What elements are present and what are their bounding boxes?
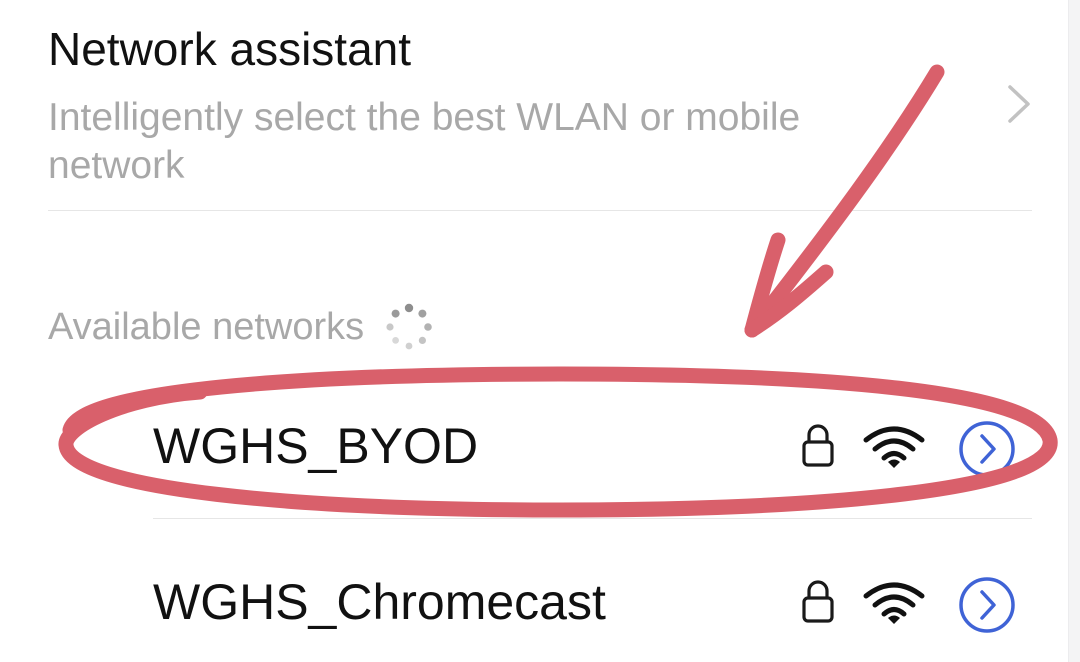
available-networks-header: Available networks [48, 302, 436, 352]
divider [48, 210, 1032, 211]
loading-spinner-icon [386, 303, 432, 350]
network-details-button[interactable] [958, 420, 1016, 478]
available-networks-label: Available networks [48, 306, 365, 348]
chevron-right-icon[interactable] [1000, 84, 1036, 124]
annotation-arrow-head-right [744, 264, 834, 338]
scrollbar-track[interactable] [1068, 0, 1080, 662]
network-details-button[interactable] [958, 576, 1016, 634]
network-item-wghs-byod[interactable]: WGHS_BYOD [0, 400, 1060, 490]
network-name: WGHS_Chromecast [153, 574, 606, 630]
divider [153, 518, 1032, 519]
network-assistant-title: Network assistant [48, 23, 412, 75]
lock-icon [802, 424, 834, 467]
network-assistant-description: Intelligently select the best WLAN or mo… [48, 96, 801, 187]
annotation-arrow-head-left [744, 232, 786, 338]
wlan-settings-screen: Network assistant Intelligently select t… [0, 0, 1080, 662]
network-name: WGHS_BYOD [153, 418, 479, 474]
network-item-wghs-chromecast[interactable]: WGHS_Chromecast [0, 556, 1060, 646]
network-assistant-row[interactable]: Network assistant Intelligently select t… [0, 0, 1060, 210]
wifi-signal-icon [863, 426, 925, 468]
wifi-signal-icon [863, 582, 925, 624]
lock-icon [802, 580, 834, 623]
